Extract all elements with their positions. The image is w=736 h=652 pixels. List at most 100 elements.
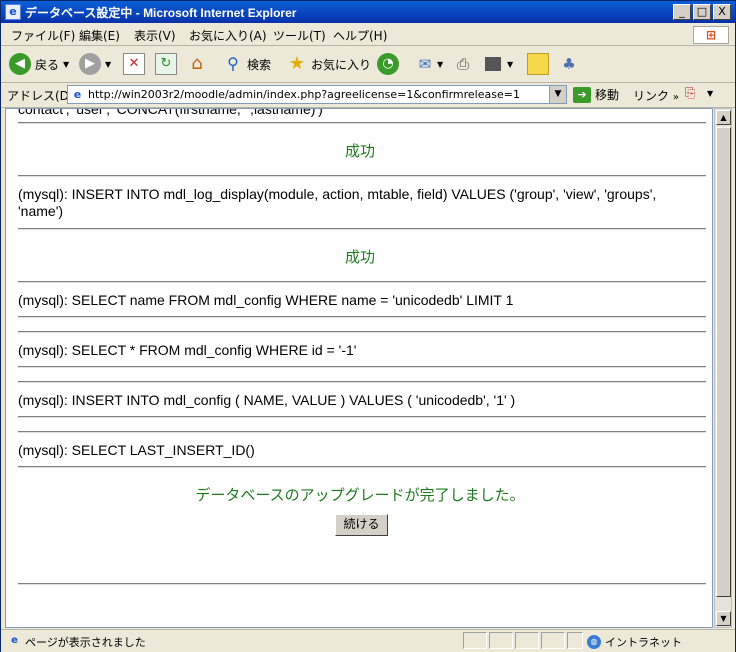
divider <box>18 431 706 433</box>
pdf-icon[interactable]: ⎘ <box>685 86 695 101</box>
success-message: 成功 <box>344 143 375 160</box>
menu-bar: ファイル(F) 編集(E) 表示(V) お気に入り(A) ツール(T) ヘルプ(… <box>1 23 735 46</box>
favorites-label: お気に入り <box>311 57 372 72</box>
sql-query: (mysql): INSERT INTO mdl_config ( NAME, … <box>18 392 516 408</box>
refresh-button[interactable]: ↻ <box>155 52 177 76</box>
page-content[interactable]: contact', 'user', 'CONCAT(firstname,' ',… <box>5 108 713 628</box>
back-label: 戻る <box>35 57 60 72</box>
forward-arrow-icon: ▶ <box>79 53 101 75</box>
maximize-button[interactable]: □ <box>693 4 711 20</box>
mail-button[interactable]: ✉ ▼ <box>415 52 443 76</box>
edit-button[interactable]: ▼ <box>485 52 513 76</box>
pdf-dropdown-icon[interactable]: ▼ <box>707 89 713 98</box>
mail-dropdown-icon[interactable]: ▼ <box>437 60 443 69</box>
printer-icon: ⎙ <box>456 55 469 73</box>
menu-favorites[interactable]: お気に入り(A) <box>189 27 267 44</box>
refresh-icon: ↻ <box>155 53 177 75</box>
forward-dropdown-icon[interactable]: ▼ <box>105 60 111 69</box>
menu-tools[interactable]: ツール(T) <box>273 27 326 44</box>
sql-query: (mysql): SELECT * FROM mdl_config WHERE … <box>18 342 357 358</box>
home-icon: ⌂ <box>191 53 203 74</box>
status-panel <box>567 632 583 649</box>
menu-edit[interactable]: 編集(E) <box>79 27 120 44</box>
title-bar: e データベース設定中 - Microsoft Internet Explore… <box>1 1 735 23</box>
status-panel <box>463 632 487 649</box>
star-icon: ★ <box>288 53 306 74</box>
search-icon: ⚲ <box>227 54 239 73</box>
messenger-button[interactable]: ♣ <box>559 52 579 76</box>
mail-icon: ✉ <box>418 55 432 73</box>
menu-help[interactable]: ヘルプ(H) <box>333 27 387 44</box>
divider <box>18 331 706 333</box>
links-text: リンク <box>633 89 670 103</box>
address-url[interactable]: http://win2003r2/moodle/admin/index.php?… <box>88 88 520 101</box>
divider <box>18 466 706 468</box>
browser-window: e データベース設定中 - Microsoft Internet Explore… <box>0 0 736 652</box>
status-panel <box>541 632 565 649</box>
divider <box>18 366 706 368</box>
menu-file[interactable]: ファイル(F) <box>11 27 75 44</box>
upgrade-complete-message: データベースのアップグレードが完了しました。 <box>195 487 525 504</box>
vertical-scrollbar[interactable]: ▲ ▼ <box>714 108 732 628</box>
page-done-icon: e <box>11 635 18 646</box>
toolbar: ◀ 戻る ▼ ▶ ▼ ✕ ↻ ⌂ ⚲ 検索 ★ お気に入り ◔ ✉ ▼ ⎙ ▼ … <box>1 46 735 83</box>
back-dropdown-icon[interactable]: ▼ <box>63 60 69 69</box>
divider <box>18 228 706 230</box>
go-arrow-icon: ➔ <box>573 86 591 103</box>
print-button[interactable]: ⎙ <box>453 52 473 76</box>
divider <box>18 416 706 418</box>
chevron-right-icon: » <box>672 92 679 103</box>
divider <box>18 583 706 585</box>
minimize-button[interactable]: _ <box>673 4 691 20</box>
favorites-button[interactable]: ★ お気に入り <box>287 52 371 76</box>
zone-label: イントラネット <box>605 636 682 649</box>
divider <box>18 175 706 177</box>
status-text: ページが表示されました <box>25 636 146 649</box>
address-input[interactable]: e http://win2003r2/moodle/admin/index.ph… <box>67 85 567 104</box>
go-button[interactable]: ➔ 移動 <box>573 86 619 103</box>
divider <box>18 281 706 283</box>
window-title: データベース設定中 - Microsoft Internet Explorer <box>25 6 297 20</box>
scroll-up-icon[interactable]: ▲ <box>716 110 731 125</box>
search-button[interactable]: ⚲ 検索 <box>223 52 271 76</box>
home-button[interactable]: ⌂ <box>187 52 207 76</box>
go-label: 移動 <box>595 88 620 102</box>
page-icon: e <box>73 88 82 101</box>
sql-partial-line: contact', 'user', 'CONCAT(firstname,' ',… <box>18 108 323 117</box>
scroll-thumb[interactable] <box>716 127 731 597</box>
ie-icon: e <box>5 4 21 20</box>
continue-button[interactable]: 続ける <box>335 514 388 536</box>
history-button[interactable]: ◔ <box>377 52 399 76</box>
address-label: アドレス(D) <box>7 89 74 103</box>
divider <box>18 122 706 124</box>
status-panel <box>515 632 539 649</box>
sql-query: (mysql): SELECT name FROM mdl_config WHE… <box>18 292 514 308</box>
security-zone: ◍ イントラネット <box>587 634 682 650</box>
search-label: 検索 <box>247 57 272 72</box>
window-controls: _ □ X <box>673 4 731 20</box>
links-label[interactable]: リンク » <box>633 87 679 104</box>
note-icon <box>527 53 549 75</box>
status-panel <box>489 632 513 649</box>
edit-dropdown-icon[interactable]: ▼ <box>507 60 513 69</box>
close-button[interactable]: X <box>713 4 731 20</box>
divider <box>18 316 706 318</box>
stop-icon: ✕ <box>123 53 145 75</box>
divider <box>18 381 706 383</box>
address-dropdown-icon[interactable]: ▼ <box>549 86 566 103</box>
history-icon: ◔ <box>377 53 399 75</box>
scroll-down-icon[interactable]: ▼ <box>716 611 731 626</box>
windows-logo-icon: ⊞ <box>693 26 729 44</box>
sql-query: (mysql): SELECT LAST_INSERT_ID() <box>18 442 255 458</box>
forward-button[interactable]: ▶ ▼ <box>79 52 111 76</box>
discuss-button[interactable] <box>527 52 549 76</box>
success-message: 成功 <box>344 249 375 266</box>
edit-icon <box>485 57 501 71</box>
menu-view[interactable]: 表示(V) <box>134 27 176 44</box>
stop-button[interactable]: ✕ <box>123 52 145 76</box>
status-bar: e ページが表示されました ◍ イントラネット <box>1 629 735 652</box>
back-button[interactable]: ◀ 戻る ▼ <box>9 52 69 76</box>
address-bar: アドレス(D) e http://win2003r2/moodle/admin/… <box>1 83 735 108</box>
intranet-icon: ◍ <box>587 635 601 649</box>
back-arrow-icon: ◀ <box>9 53 31 75</box>
